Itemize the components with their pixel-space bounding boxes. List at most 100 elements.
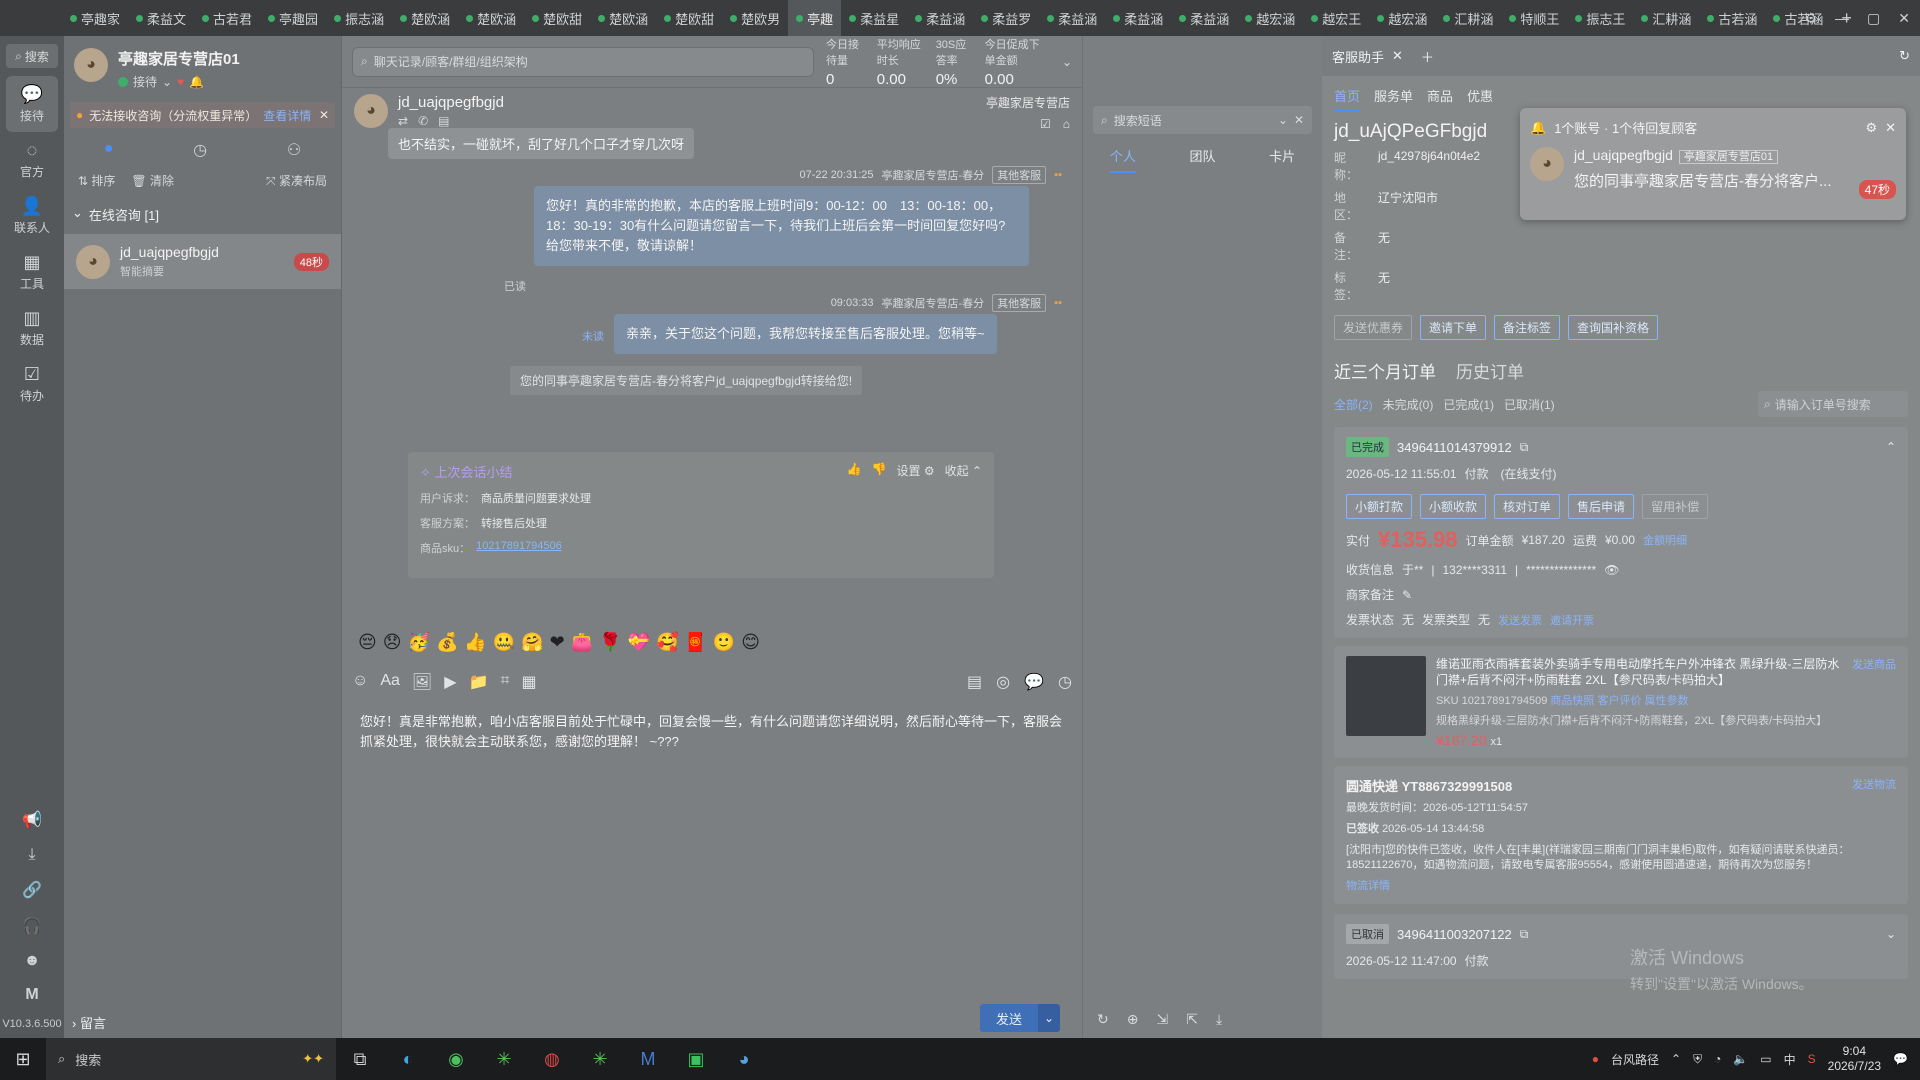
tab-team[interactable]: 团队: [1189, 146, 1215, 173]
font-icon[interactable]: Aa: [380, 672, 400, 692]
quick-emoji[interactable]: 👍: [464, 632, 486, 653]
tab-shop[interactable]: 特顺王: [1501, 0, 1567, 36]
close-icon[interactable]: ✕: [319, 108, 329, 122]
app-star2-icon[interactable]: ✳: [576, 1049, 624, 1070]
app-jd-icon[interactable]: ◕: [720, 1049, 768, 1070]
assistant-tab[interactable]: 客服助手: [1332, 47, 1384, 66]
quick-emoji[interactable]: 🤗: [521, 632, 543, 653]
buyer-action-button[interactable]: 发送优惠券: [1334, 315, 1413, 340]
tab-shop[interactable]: 楚欧男: [722, 0, 788, 36]
tab-shop[interactable]: 柔益星: [841, 0, 907, 36]
order-filter[interactable]: 未完成(0): [1383, 396, 1434, 413]
phone-icon[interactable]: ✆: [418, 114, 428, 128]
ime-indicator[interactable]: 中: [1784, 1051, 1796, 1068]
recent-orders-tab[interactable]: 近三个月订单: [1334, 358, 1436, 383]
comment-icon[interactable]: 💬: [1024, 672, 1044, 692]
shop-avatar[interactable]: ◕: [74, 48, 108, 82]
tab-shop[interactable]: 振志王: [1567, 0, 1633, 36]
send-product-link[interactable]: 发送商品: [1852, 656, 1896, 688]
tab-shop[interactable]: 越宏涵: [1369, 0, 1435, 36]
crop-icon[interactable]: ⌗: [500, 672, 509, 692]
leave-message-group[interactable]: › 留言: [64, 1013, 114, 1032]
logistics-detail-link[interactable]: 物流详情: [1346, 880, 1390, 892]
quick-emoji[interactable]: 😊: [741, 632, 760, 653]
close-icon[interactable]: ✕: [1294, 113, 1304, 127]
send-button[interactable]: 发送: [980, 1004, 1039, 1032]
order-action-button[interactable]: 售后申请: [1568, 494, 1635, 519]
pending-reply-popup[interactable]: 🔔 1个账号 · 1个待回复顾客 ⚙ ✕ ◕ jd_uajqpegfbgjd 亭趣…: [1520, 108, 1906, 220]
quick-emoji[interactable]: 💝: [628, 632, 650, 653]
quick-emoji[interactable]: 😔: [358, 632, 377, 653]
maximize-icon[interactable]: ▢: [1867, 10, 1880, 27]
task-view-icon[interactable]: ⧉: [336, 1049, 384, 1070]
sort-button[interactable]: ⇅ 排序: [78, 172, 115, 189]
quick-emoji[interactable]: 💰: [436, 632, 458, 653]
image-icon[interactable]: 🖼: [412, 672, 432, 692]
tab-shop[interactable]: 柔益涵: [1171, 0, 1237, 36]
tab-shop[interactable]: 振志涵: [326, 0, 392, 36]
tab-shop[interactable]: 楚欧甜: [656, 0, 722, 36]
weather-widget[interactable]: 台风路径: [1611, 1051, 1659, 1068]
tab-group-icon[interactable]: ⚇: [287, 140, 301, 160]
settings-icon[interactable]: ⚙: [1804, 10, 1817, 27]
quick-emoji[interactable]: 🥳: [408, 632, 430, 653]
camera-icon[interactable]: ◎: [996, 672, 1010, 692]
order-action-button[interactable]: 核对订单: [1494, 494, 1561, 519]
antivirus-icon[interactable]: S: [1808, 1052, 1816, 1066]
quick-emoji[interactable]: 😞: [383, 632, 402, 653]
start-button[interactable]: ⊞: [0, 1049, 46, 1070]
assistant-nav-tab[interactable]: 优惠: [1467, 86, 1493, 111]
assistant-nav-tab[interactable]: 首页: [1334, 86, 1361, 111]
product-title[interactable]: 维诺亚雨衣雨裤套装外卖骑手专用电动摩托车户外冲锋衣 黑绿升级-三层防水门襟+后背…: [1436, 656, 1844, 688]
tab-shop[interactable]: 柔益涵: [1039, 0, 1105, 36]
quick-emoji[interactable]: 🥰: [656, 632, 678, 653]
tab-current-icon[interactable]: ●: [104, 140, 114, 160]
add-tab-icon[interactable]: ＋: [1421, 47, 1434, 66]
download-icon[interactable]: ⤓: [28, 838, 35, 872]
send-options-dropdown[interactable]: ⌄: [1038, 1004, 1061, 1032]
reviews-link[interactable]: 客户评价: [1597, 695, 1641, 707]
edge-icon[interactable]: ◐: [384, 1049, 432, 1070]
amount-detail-link[interactable]: 金额明细: [1643, 532, 1687, 548]
summary-settings-button[interactable]: 设置 ⚙: [896, 462, 934, 479]
app-chat-icon[interactable]: ▣: [672, 1049, 720, 1070]
tab-shop[interactable]: 汇耕涵: [1435, 0, 1501, 36]
chat-search-input[interactable]: ⌕ 聊天记录/顾客/群组/组织架构: [352, 46, 814, 77]
quick-emoji[interactable]: 👛: [571, 632, 593, 653]
app-star-icon[interactable]: ✳: [480, 1049, 528, 1070]
product-image[interactable]: [1346, 656, 1426, 736]
network-icon[interactable]: ◔: [1714, 1052, 1721, 1066]
assistant-nav-tab[interactable]: 服务单: [1374, 86, 1413, 111]
mark-icon[interactable]: ☑: [1040, 117, 1051, 131]
robot-icon[interactable]: ☻: [24, 944, 41, 978]
megaphone-icon[interactable]: 📢: [22, 802, 42, 838]
chevron-down-icon[interactable]: ⌄: [1278, 113, 1288, 127]
quick-emoji[interactable]: ❤: [550, 632, 565, 653]
shield-icon[interactable]: ⛨: [1693, 1052, 1702, 1067]
tab-card[interactable]: 卡片: [1269, 146, 1295, 173]
invite-invoice-link[interactable]: 邀请开票: [1550, 612, 1594, 628]
buyer-action-button[interactable]: 邀请下单: [1420, 315, 1487, 340]
order-filter[interactable]: 已完成(1): [1443, 396, 1494, 413]
tab-shop[interactable]: 亭趣: [788, 0, 842, 36]
tab-shop[interactable]: 古若涵: [1699, 0, 1765, 36]
rail-item-data[interactable]: ▥ 数据: [0, 300, 64, 356]
copy-icon[interactable]: ⧉: [1520, 440, 1529, 455]
order-action-button[interactable]: 小额收款: [1420, 494, 1487, 519]
send-logistics-link[interactable]: 发送物流: [1852, 776, 1896, 795]
order-action-button[interactable]: 小额打款: [1346, 494, 1413, 519]
tab-shop[interactable]: 亭趣家: [62, 0, 128, 36]
message-input[interactable]: 您好！真是非常抱歉，咱小店客服目前处于忙碌中，回复会慢一些，有什么问题请您详细说…: [360, 712, 1064, 752]
quick-emoji[interactable]: 🤐: [493, 632, 515, 653]
summary-collapse-button[interactable]: 收起 ⌃: [945, 462, 982, 479]
rail-item-contacts[interactable]: 👤 联系人: [0, 188, 64, 244]
taskbar-search[interactable]: ⌕ 搜索 ✦✦: [46, 1038, 336, 1080]
calculator-icon[interactable]: ▦: [521, 672, 536, 692]
link-icon[interactable]: 🔗: [22, 872, 42, 908]
quick-emoji[interactable]: 🌹: [599, 632, 621, 653]
chevron-down-icon[interactable]: ⌄: [1062, 55, 1072, 69]
buyer-action-button[interactable]: 查询国补资格: [1568, 315, 1659, 340]
close-icon[interactable]: ✕: [1898, 10, 1910, 27]
assistant-nav-tab[interactable]: 商品: [1427, 86, 1453, 111]
thumbs-up-icon[interactable]: 👍: [847, 462, 862, 479]
